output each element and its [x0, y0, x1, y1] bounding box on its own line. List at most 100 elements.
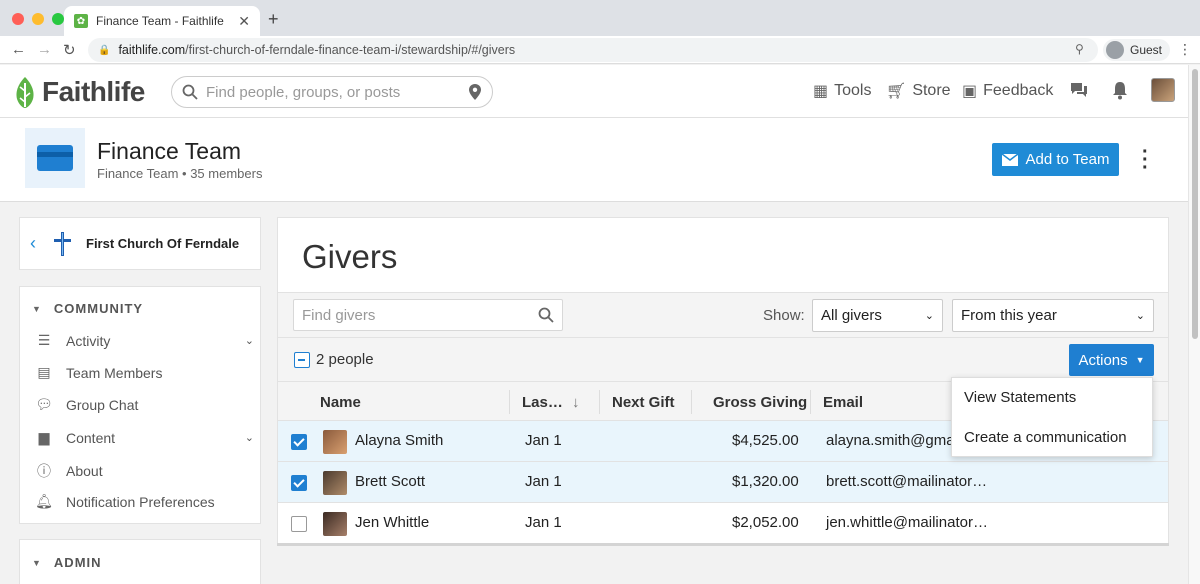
tools-label: Tools	[834, 82, 872, 99]
triangle-down-icon: ▼	[32, 303, 42, 314]
team-members-icon: ▤	[37, 364, 51, 380]
select-all-checkbox[interactable]	[294, 352, 310, 368]
tools-link[interactable]: ▦ Tools	[813, 81, 871, 101]
maximize-window-button[interactable]	[52, 13, 64, 25]
notifications-bell-icon[interactable]	[1111, 81, 1129, 100]
sidebar-item-content[interactable]: ▆ Content ⌄	[34, 429, 254, 446]
table-row[interactable]: Brett Scott Jan 1 $1,320.00 brett.scott@…	[277, 462, 1169, 503]
givers-header: Givers	[277, 217, 1169, 292]
new-tab-icon[interactable]: +	[268, 9, 279, 30]
logo-text: Faithlife	[42, 76, 145, 107]
grid-icon: ▦	[813, 83, 829, 100]
admin-heading: ADMIN	[53, 555, 102, 570]
community-nav: ▼ COMMUNITY ☰ Activity ⌄ ▤ Team Members …	[19, 286, 261, 524]
find-givers-input[interactable]: Find givers	[293, 299, 563, 331]
giver-avatar	[323, 471, 347, 495]
faithlife-logo[interactable]: Faithlife	[12, 75, 145, 109]
chevron-down-icon[interactable]: ⌄	[245, 431, 254, 444]
zoom-icon[interactable]: ⚲	[1075, 42, 1084, 56]
site-search-input[interactable]: Find people, groups, or posts	[171, 76, 493, 108]
chevron-down-icon: ⌄	[1135, 310, 1145, 322]
row-checkbox[interactable]	[291, 434, 307, 450]
row-checkbox[interactable]	[291, 516, 307, 532]
show-label: Show:	[763, 307, 805, 324]
store-label: Store	[912, 82, 951, 99]
givers-toolbar: Find givers Show: All givers ⌄ From this…	[277, 292, 1169, 338]
column-header-name[interactable]: Name	[320, 394, 361, 411]
actions-menu: View Statements Create a communication	[951, 377, 1153, 457]
column-header-gross-giving[interactable]: Gross Giving	[713, 394, 807, 411]
actions-label: Actions	[1078, 351, 1128, 369]
column-divider[interactable]	[599, 390, 600, 414]
giver-avatar	[323, 512, 347, 536]
browser-address-bar: ← → ↻ 🔒 faithlife.com/first-church-of-fe…	[0, 36, 1200, 64]
group-subtitle: Finance Team • 35 members	[97, 166, 263, 181]
menu-item-view-statements[interactable]: View Statements	[964, 389, 1076, 406]
add-to-team-label: Add to Team	[1025, 151, 1110, 168]
giver-avatar	[323, 430, 347, 454]
church-link[interactable]: ‹ First Church Of Ferndale	[19, 217, 261, 270]
period-filter-select[interactable]: From this year ⌄	[952, 299, 1154, 332]
add-to-team-button[interactable]: Add to Team	[992, 143, 1119, 176]
menu-item-create-communication[interactable]: Create a communication	[964, 429, 1127, 446]
row-checkbox[interactable]	[291, 475, 307, 491]
table-bottom-border	[277, 543, 1169, 546]
sidebar-item-label: Notification Preferences	[66, 493, 215, 510]
lock-icon: 🔒	[98, 44, 111, 56]
messages-icon[interactable]	[1069, 81, 1089, 99]
chevron-down-icon: ▼	[1135, 355, 1145, 365]
chevron-down-icon: ⌄	[924, 310, 934, 322]
forward-arrow-icon[interactable]: →	[37, 41, 52, 58]
admin-section-toggle[interactable]: ▼ ADMIN	[32, 555, 102, 570]
browser-menu-icon[interactable]: ⋮	[1178, 41, 1192, 58]
church-cross-icon	[54, 231, 71, 256]
sidebar-item-group-chat[interactable]: 💬︎ Group Chat	[34, 396, 254, 413]
table-row[interactable]: Jen Whittle Jan 1 $2,052.00 jen.whittle@…	[277, 503, 1169, 544]
column-divider[interactable]	[810, 390, 811, 414]
reload-icon[interactable]: ↻	[63, 41, 76, 59]
last-gift-date: Jan 1	[525, 514, 562, 531]
minimize-window-button[interactable]	[32, 13, 44, 25]
giver-name[interactable]: Brett Scott	[355, 473, 425, 490]
search-icon[interactable]	[538, 307, 554, 323]
sidebar-item-notification-preferences[interactable]: 🔔︎ Notification Preferences	[34, 493, 254, 510]
column-header-email[interactable]: Email	[823, 394, 863, 411]
user-avatar[interactable]	[1151, 78, 1175, 102]
store-link[interactable]: 🛒︎ Store	[886, 81, 951, 101]
sidebar-item-about[interactable]: ⓘ About	[34, 461, 254, 481]
page-title: Givers	[302, 238, 398, 275]
sidebar-item-label: About	[66, 463, 103, 479]
column-divider[interactable]	[691, 390, 692, 414]
group-avatar[interactable]	[25, 128, 85, 188]
page-scrollbar[interactable]	[1188, 65, 1200, 584]
actions-button[interactable]: Actions ▼	[1069, 344, 1154, 376]
group-more-icon[interactable]: · · ·	[1142, 142, 1149, 178]
find-givers-placeholder: Find givers	[302, 306, 376, 324]
column-divider[interactable]	[509, 390, 510, 414]
feedback-link[interactable]: ▣ Feedback	[962, 81, 1053, 101]
giver-name[interactable]: Alayna Smith	[355, 432, 443, 449]
column-header-next-gift[interactable]: Next Gift	[612, 394, 675, 411]
sidebar-item-label: Content	[66, 429, 116, 446]
sort-descending-icon[interactable]: ↓	[572, 394, 580, 411]
chevron-left-icon[interactable]: ‹	[30, 233, 36, 254]
scrollbar-thumb[interactable]	[1192, 69, 1198, 339]
giver-name[interactable]: Jen Whittle	[355, 514, 429, 531]
url-domain: faithlife.com	[118, 43, 186, 57]
gross-giving-amount: $1,320.00	[732, 473, 799, 490]
sidebar-item-team-members[interactable]: ▤ Team Members	[34, 364, 254, 381]
group-title[interactable]: Finance Team	[97, 138, 241, 165]
sidebar-item-activity[interactable]: ☰ Activity ⌄	[34, 332, 254, 349]
close-tab-icon[interactable]: ✕	[238, 13, 250, 30]
url-field[interactable]: 🔒 faithlife.com/first-church-of-ferndale…	[88, 38, 1098, 62]
community-section-toggle[interactable]: ▼ COMMUNITY	[32, 301, 143, 316]
gross-giving-amount: $4,525.00	[732, 432, 799, 449]
profile-button[interactable]: Guest	[1103, 39, 1171, 61]
location-pin-icon[interactable]	[468, 83, 482, 101]
column-header-last-gift[interactable]: Las…	[522, 394, 563, 411]
chevron-down-icon[interactable]: ⌄	[245, 334, 254, 347]
close-window-button[interactable]	[12, 13, 24, 25]
givers-filter-select[interactable]: All givers ⌄	[812, 299, 943, 332]
back-arrow-icon[interactable]: ←	[11, 41, 26, 58]
browser-tab[interactable]: ✿ Finance Team - Faithlife ✕	[64, 6, 260, 36]
